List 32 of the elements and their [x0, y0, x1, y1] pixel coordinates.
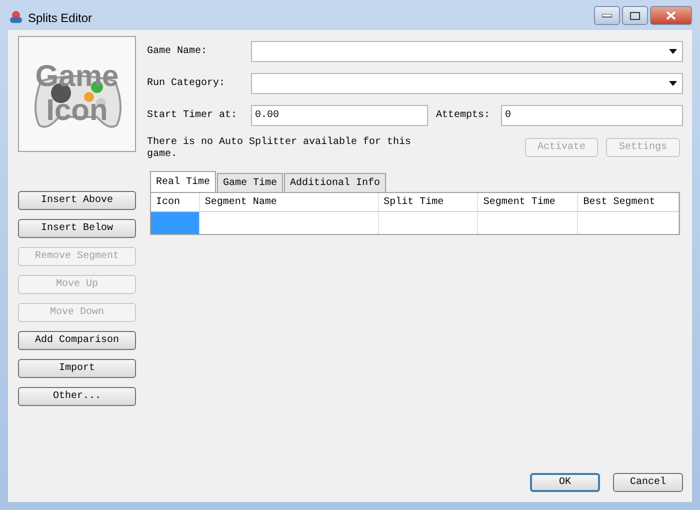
action-button[interactable]: Import	[18, 359, 136, 378]
tab[interactable]: Game Time	[217, 173, 284, 192]
table-cell[interactable]	[151, 212, 200, 234]
field-label: Run Category:	[147, 77, 226, 91]
table-cell[interactable]	[378, 212, 478, 234]
auto-splitter-message: There is no Auto Splitter available for this game.	[147, 137, 412, 161]
action-button[interactable]: Other...	[18, 387, 136, 406]
tab[interactable]: Real Time	[150, 171, 216, 192]
app-icon	[8, 9, 24, 25]
dropdown-arrow-icon	[669, 81, 677, 86]
close-button[interactable]	[650, 6, 692, 25]
action-button[interactable]: Insert Below	[18, 219, 136, 238]
field-label: Game Name:	[147, 45, 208, 59]
dropdown-arrow-icon	[669, 49, 677, 54]
dropdown-field[interactable]	[251, 41, 683, 62]
maximize-button[interactable]	[622, 6, 648, 25]
minimize-button[interactable]	[594, 6, 620, 25]
action-button[interactable]: Add Comparison	[18, 331, 136, 350]
attempts-field[interactable]: 0	[501, 105, 683, 126]
column-header[interactable]: Split Time	[378, 193, 478, 211]
maximize-icon	[630, 12, 640, 20]
field-label: Start Timer at:	[147, 108, 238, 123]
dialog-button[interactable]: Cancel	[613, 473, 683, 492]
action-button[interactable]: Insert Above	[18, 191, 136, 210]
dialog-button[interactable]: OK	[530, 473, 600, 492]
minimize-icon	[602, 14, 612, 18]
start-timer-field[interactable]: 0.00	[251, 105, 428, 126]
dropdown-field[interactable]	[251, 73, 683, 94]
window-title: Splits Editor	[28, 10, 92, 27]
field-label: Attempts:	[436, 109, 492, 123]
tab[interactable]: Additional Info	[284, 173, 386, 192]
close-icon	[666, 11, 676, 20]
